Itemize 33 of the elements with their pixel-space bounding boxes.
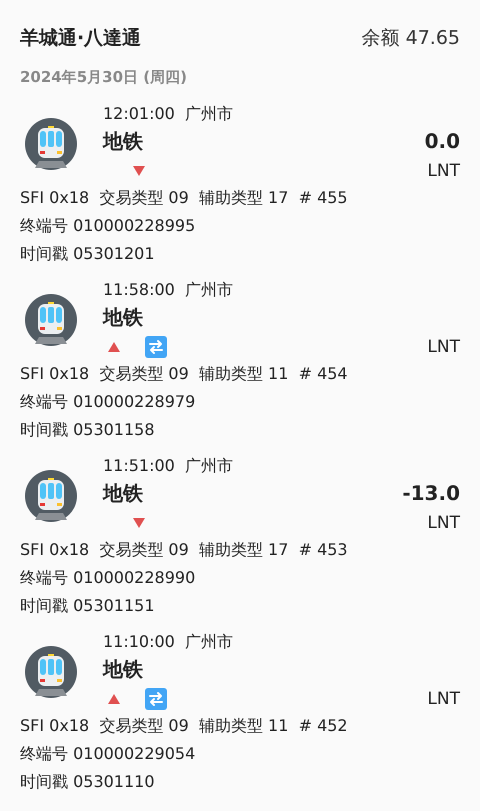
record-title: 地铁 [103, 128, 144, 155]
currency-label: LNT [427, 512, 460, 535]
metro-train-icon [25, 294, 77, 346]
detail-text: SFI 0x18 交易类型 09 辅助类型 11 # 454 [20, 363, 349, 385]
detail-text: 终端号 010000228990 [20, 567, 196, 589]
amount-text: -13.0 [402, 480, 460, 507]
detail-text: 终端号 010000228995 [20, 215, 196, 237]
currency-label: LNT [427, 688, 460, 711]
record-title: 地铁 [103, 480, 144, 507]
amount-text: 0.0 [424, 128, 460, 155]
detail-text: 时间戳 05301151 [20, 595, 156, 617]
metro-train-icon [25, 470, 77, 522]
detail-text: 终端号 010000228979 [20, 391, 196, 413]
currency-label: LNT [427, 336, 460, 359]
app-title: 羊城通·八達通 [20, 26, 142, 51]
currency-label: LNT [427, 160, 460, 183]
balance-text: 余额 47.65 [362, 26, 460, 51]
detail-text: 时间戳 05301158 [20, 419, 156, 441]
detail-text: 终端号 010000229054 [20, 743, 196, 765]
metro-train-icon [25, 118, 77, 170]
time-city-text: 12:01:00 广州市 [103, 104, 234, 124]
time-city-text: 11:10:00 广州市 [103, 632, 234, 652]
detail-text: SFI 0x18 交易类型 09 辅助类型 17 # 453 [20, 539, 349, 561]
record-title: 地铁 [103, 656, 144, 683]
time-city-text: 11:58:00 广州市 [103, 280, 234, 300]
metro-train-icon [25, 646, 77, 698]
detail-text: SFI 0x18 交易类型 09 辅助类型 11 # 452 [20, 715, 349, 737]
detail-text: 时间戳 05301110 [20, 771, 156, 793]
record-title: 地铁 [103, 304, 144, 331]
detail-text: SFI 0x18 交易类型 09 辅助类型 17 # 455 [20, 187, 349, 209]
date-heading: 2024年5月30日 (周四) [20, 67, 188, 88]
time-city-text: 11:51:00 广州市 [103, 456, 234, 476]
detail-text: 时间戳 05301201 [20, 243, 156, 265]
